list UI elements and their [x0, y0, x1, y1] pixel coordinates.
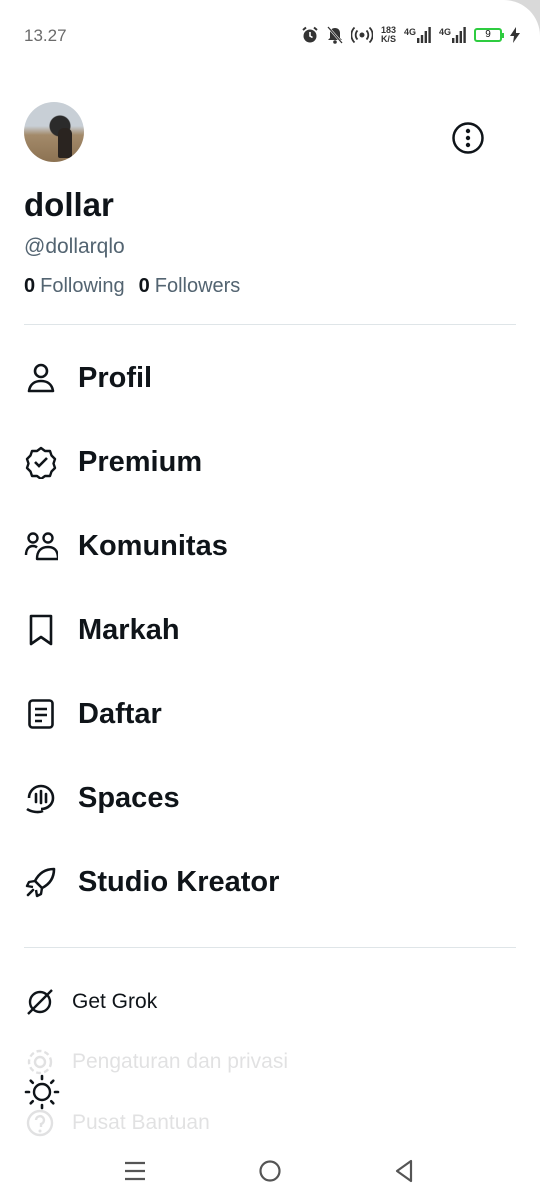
back-triangle-icon — [395, 1159, 413, 1183]
menu-item-premium[interactable]: Premium — [0, 420, 540, 504]
net-speed-unit: K/S — [380, 34, 396, 44]
get-grok-link[interactable]: Get Grok — [24, 986, 157, 1018]
home-button[interactable] — [255, 1156, 285, 1186]
home-circle-icon — [259, 1160, 281, 1182]
grok-icon — [24, 986, 56, 1018]
signal-bars-icon — [452, 27, 466, 43]
system-nav-bar — [0, 1140, 540, 1200]
drawer-menu: Profil Premium Komunitas Markah Daftar S… — [0, 336, 540, 924]
network-speed: 183 K/S — [381, 26, 396, 44]
user-handle: @dollarqlo — [24, 235, 125, 258]
menu-item-daftar[interactable]: Daftar — [0, 672, 540, 756]
menu-item-label: Premium — [78, 445, 203, 478]
charging-icon — [510, 27, 520, 43]
theme-toggle-button[interactable] — [24, 1074, 60, 1110]
menu-item-studio-kreator[interactable]: Studio Kreator — [0, 840, 540, 924]
help-center-link[interactable]: Pusat Bantuan — [24, 1107, 210, 1139]
hotspot-icon — [350, 26, 373, 44]
menu-lines-icon — [125, 1161, 145, 1181]
battery-indicator: 9 — [474, 28, 504, 42]
status-icons: 183 K/S 4G 4G 9 — [301, 22, 520, 48]
status-time: 13.27 — [24, 26, 67, 45]
signal-1: 4G — [404, 27, 431, 43]
menu-item-spaces[interactable]: Spaces — [0, 756, 540, 840]
recent-apps-button[interactable] — [120, 1156, 150, 1186]
back-button[interactable] — [389, 1156, 419, 1186]
more-vertical-icon — [452, 122, 484, 154]
following-link[interactable]: 0 Following — [24, 275, 125, 298]
menu-item-markah[interactable]: Markah — [0, 588, 540, 672]
help-icon — [24, 1107, 56, 1139]
following-count: 0 — [24, 275, 36, 297]
bookmark-icon — [24, 613, 58, 647]
network-type-1: 4G — [403, 27, 416, 37]
list-icon — [24, 697, 58, 731]
settings-link[interactable]: Pengaturan dan privasi — [24, 1046, 288, 1078]
divider-bottom — [24, 947, 516, 948]
status-bar: 13.27 183 K/S 4G 4G 9 — [0, 0, 540, 70]
menu-item-profil[interactable]: Profil — [0, 336, 540, 420]
bell-muted-icon — [327, 26, 343, 44]
verified-badge-icon — [24, 445, 58, 479]
menu-item-label: Komunitas — [78, 529, 228, 562]
divider-top — [24, 324, 516, 325]
following-label: Following — [40, 275, 125, 297]
more-options-button[interactable] — [449, 119, 487, 157]
menu-item-komunitas[interactable]: Komunitas — [0, 504, 540, 588]
spaces-icon — [24, 781, 58, 815]
get-grok-label: Get Grok — [72, 990, 158, 1013]
menu-item-label: Studio Kreator — [78, 865, 280, 898]
signal-bars-icon — [416, 27, 431, 43]
person-icon — [24, 361, 58, 395]
display-name: dollar — [24, 186, 114, 223]
followers-count: 0 — [138, 275, 150, 297]
followers-link[interactable]: 0 Followers — [139, 275, 241, 298]
menu-item-label: Daftar — [78, 697, 162, 730]
communities-icon — [24, 529, 58, 563]
menu-item-label: Spaces — [78, 781, 180, 814]
menu-item-label: Profil — [78, 361, 153, 394]
sun-icon — [24, 1074, 60, 1110]
settings-label: Pengaturan dan privasi — [72, 1050, 288, 1073]
signal-2: 4G — [439, 27, 466, 43]
help-label: Pusat Bantuan — [72, 1111, 210, 1134]
rocket-icon — [24, 865, 58, 899]
network-type-2: 4G — [438, 27, 451, 37]
menu-item-label: Markah — [78, 613, 180, 646]
alarm-icon — [301, 26, 319, 44]
followers-label: Followers — [154, 275, 241, 297]
follow-stats: 0 Following 0 Followers — [24, 275, 240, 298]
avatar[interactable] — [24, 102, 84, 162]
